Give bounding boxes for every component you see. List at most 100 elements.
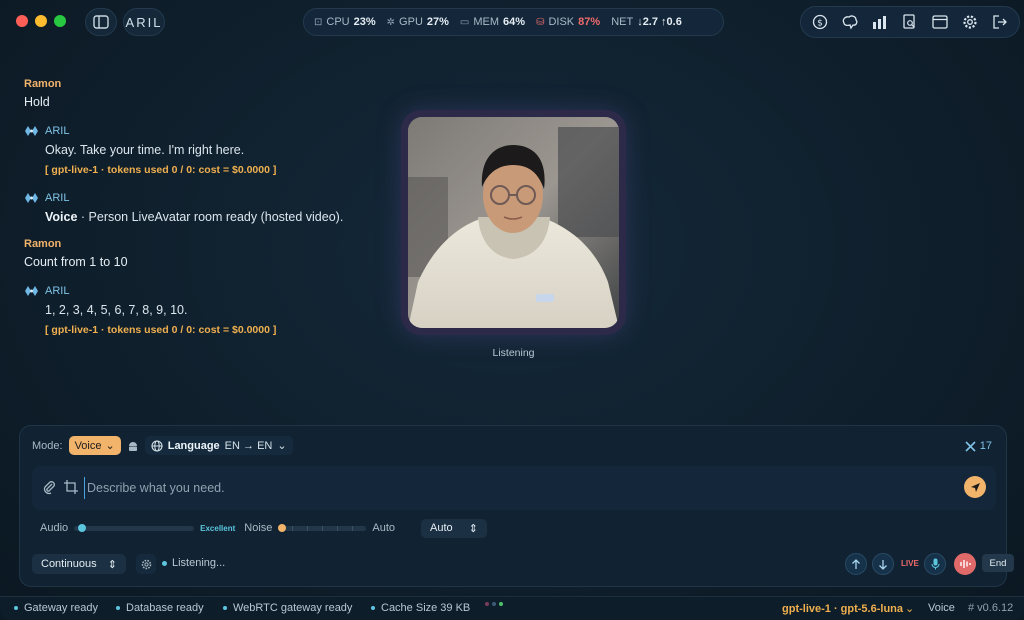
search-document-icon[interactable]: [899, 11, 921, 33]
prompt-input[interactable]: [84, 477, 944, 499]
toggle-sidebar-button[interactable]: [85, 8, 117, 36]
dollar-icon[interactable]: $: [809, 11, 831, 33]
mode-select[interactable]: Voice ⌄: [68, 436, 121, 455]
up-down-chevron-icon: ⇕: [468, 522, 478, 535]
svg-text:$: $: [817, 19, 823, 29]
system-stats: ⊡ CPU 23% ✲ GPU 27% ▭ MEM 64% ⛁ DISK 87%…: [303, 8, 724, 36]
memory-icon: ▭: [459, 16, 470, 28]
sidebar-icon: [93, 15, 109, 29]
message-assistant: ARIL Voice · Person LiveAvatar room read…: [24, 192, 384, 224]
continuous-select[interactable]: Continuous ⇕: [32, 554, 126, 574]
send-icon: [970, 482, 980, 492]
microphone-icon: [931, 558, 939, 570]
usage-meta: [ gpt-live-1 · tokens used 0 / 0: cost =…: [45, 164, 277, 176]
sender-name: Ramon: [24, 238, 62, 250]
scroll-down-button[interactable]: [872, 553, 894, 575]
chat-transcript: Ramon Hold ARIL Okay. Take your time. I'…: [24, 78, 384, 352]
message-user: Ramon Count from 1 to 10: [24, 238, 384, 269]
status-dot: [371, 606, 375, 610]
status-dot: [14, 606, 18, 610]
end-call-button[interactable]: End: [982, 554, 1014, 572]
message-assistant: ARIL Okay. Take your time. I'm right her…: [24, 125, 384, 176]
noise-label: Noise: [244, 522, 273, 534]
status-cache: Cache Size 39 KB: [371, 602, 470, 614]
brand-logo[interactable]: ARIL: [123, 8, 165, 36]
model-select[interactable]: gpt-live-1 · gpt-5.6-luna ⌄: [782, 602, 915, 616]
android-icon[interactable]: [127, 440, 139, 452]
audio-level-meter: [74, 524, 195, 532]
logout-icon[interactable]: [989, 11, 1011, 33]
tools-count[interactable]: 17: [965, 440, 992, 452]
scroll-up-button[interactable]: [845, 553, 867, 575]
language-value: EN → EN: [224, 439, 273, 452]
live-badge: LIVE: [901, 559, 919, 568]
gpu-icon: ✲: [386, 16, 396, 28]
gear-icon[interactable]: [959, 11, 981, 33]
paperclip-icon[interactable]: [42, 480, 56, 495]
cpu-icon: ⊡: [314, 16, 323, 28]
sender-name: ARIL: [45, 285, 70, 297]
title-bar: ARIL ⊡ CPU 23% ✲ GPU 27% ▭ MEM 64% ⛁ DIS…: [0, 0, 1024, 44]
language-select[interactable]: Language EN → EN ⌄: [144, 436, 293, 455]
tools-icon: [965, 440, 976, 452]
chevron-down-icon: ⌄: [105, 440, 115, 452]
arrow-down-icon: [879, 559, 887, 570]
status-database: Database ready: [116, 602, 204, 614]
microphone-button[interactable]: [924, 553, 946, 575]
bars-chart-icon[interactable]: [869, 11, 891, 33]
disk-icon: ⛁: [536, 16, 545, 28]
gear-icon: [141, 559, 151, 569]
noise-level-meter[interactable]: [278, 524, 367, 532]
prompt-row: [32, 466, 996, 510]
brain-icon[interactable]: [839, 11, 861, 33]
crop-icon[interactable]: [64, 480, 78, 494]
status-dot: [162, 560, 167, 566]
audio-label: Audio: [40, 522, 69, 534]
message-text: Voice · Person LiveAvatar room ready (ho…: [45, 210, 344, 224]
app-version: # v0.6.12: [968, 602, 1014, 614]
message-text: Okay. Take your time. I'm right here.: [45, 143, 245, 157]
noise-level-knob[interactable]: [278, 524, 287, 532]
mute-button[interactable]: [954, 553, 976, 575]
aril-avatar-icon: [25, 286, 38, 296]
listening-indicator: Listening...: [162, 557, 225, 569]
noise-select[interactable]: Auto ⇕: [421, 518, 487, 538]
arrow-up-icon: [852, 558, 860, 569]
audio-meters: Audio Excellent Noise Auto Auto ⇕: [40, 518, 990, 538]
message-assistant: ARIL 1, 2, 3, 4, 5, 6, 7, 8, 9, 10. [ gp…: [24, 285, 384, 336]
toolbar-right: $: [800, 6, 1020, 38]
browser-window-icon[interactable]: [929, 11, 951, 33]
status-mode: Voice: [928, 602, 955, 614]
chevron-down-icon: ⌄: [905, 603, 915, 615]
minimize-window-button[interactable]: [35, 15, 47, 27]
mode-label: Mode:: [32, 439, 63, 452]
zoom-window-button[interactable]: [54, 15, 66, 27]
close-window-button[interactable]: [16, 15, 28, 27]
chevron-down-icon: ⌄: [277, 440, 287, 452]
app-window: ARIL ⊡ CPU 23% ✲ GPU 27% ▭ MEM 64% ⛁ DIS…: [0, 0, 1024, 620]
sender-name: Ramon: [24, 78, 62, 90]
globe-icon: [151, 439, 163, 452]
message-user: Ramon Hold: [24, 78, 384, 109]
waveform-icon: [960, 560, 971, 568]
status-dot: [116, 606, 120, 610]
voice-settings-button[interactable]: [136, 554, 156, 574]
mode-row: Mode: Voice ⌄ Language EN → EN ⌄: [32, 436, 293, 455]
sender-name: ARIL: [45, 125, 70, 137]
audio-quality: Excellent: [200, 523, 236, 533]
usage-meta: [ gpt-live-1 · tokens used 0 / 0: cost =…: [45, 324, 277, 336]
voice-controls: Continuous ⇕ Listening... LIVE End: [32, 553, 1014, 576]
avatar-video-frame: [401, 110, 626, 335]
message-text: Count from 1 to 10: [24, 255, 128, 269]
audio-level-knob: [77, 524, 86, 532]
status-dot: [223, 606, 227, 610]
status-gateway: Gateway ready: [14, 602, 98, 614]
message-bold: Voice: [45, 210, 78, 224]
avatar-video: [408, 117, 619, 328]
message-text: Hold: [24, 95, 50, 109]
send-button[interactable]: [964, 476, 986, 498]
up-down-chevron-icon: ⇕: [107, 558, 117, 571]
stat-mem: ▭ MEM 64%: [459, 16, 526, 28]
stat-gpu: ✲ GPU 27%: [386, 16, 449, 28]
avatar-status: Listening: [492, 347, 535, 359]
